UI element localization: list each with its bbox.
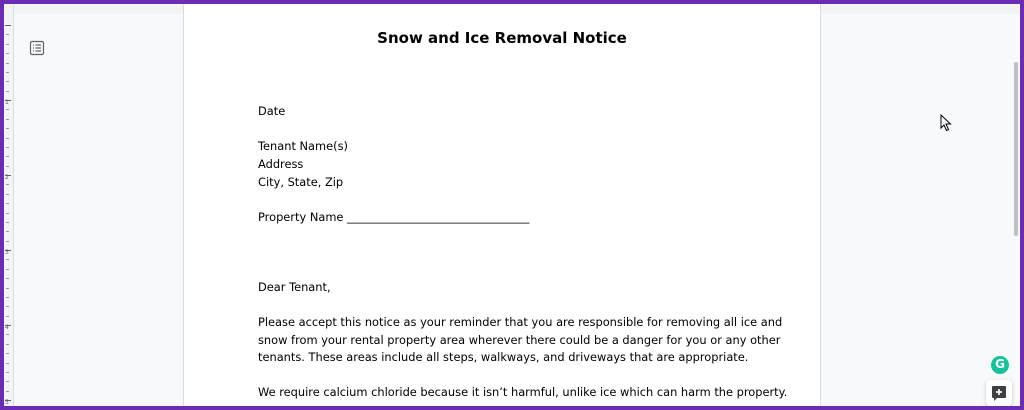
ruler-number: 4 — [5, 324, 9, 331]
scrollbar-thumb[interactable] — [1014, 62, 1018, 236]
vertical-ruler[interactable]: 1 2 3 4 5 — [4, 4, 14, 406]
ruler-tick — [6, 268, 9, 270]
ruler-tick — [6, 146, 9, 148]
ruler-tick — [6, 34, 9, 36]
vertical-scrollbar[interactable] — [1012, 4, 1020, 406]
mouse-pointer-icon — [940, 113, 952, 132]
ruler-tick — [6, 156, 9, 158]
ruler-number: 5 — [5, 399, 9, 406]
body-paragraph-line-1: Please accept this notice as your remind… — [258, 315, 783, 329]
body-paragraph-line-2: snow from your rental property area wher… — [258, 333, 781, 347]
ruler-tick — [6, 53, 9, 55]
ruler-tick — [6, 231, 9, 233]
ruler-tick — [6, 334, 9, 336]
ruler-tick — [6, 381, 9, 383]
ruler-tick — [6, 184, 9, 186]
ruler-tick — [6, 128, 9, 130]
app-frame: 1234567 12345 Snow and Ice Removal Notic… — [0, 0, 1024, 410]
ruler-number: 3 — [5, 249, 9, 256]
ruler-tick — [6, 287, 9, 289]
ruler-tick — [6, 353, 9, 355]
salutation-line: Dear Tenant, — [258, 280, 331, 294]
ruler-tick — [6, 90, 9, 92]
ruler-tick — [6, 240, 9, 242]
ruler-tick — [6, 362, 9, 364]
ruler-tick — [6, 118, 9, 120]
property-name-line: Property Name __________________________… — [258, 210, 530, 224]
ruler-number: 1 — [5, 99, 9, 106]
ruler-tick — [6, 306, 9, 308]
ruler-tick — [6, 259, 9, 261]
grammarly-icon[interactable]: G — [991, 356, 1009, 374]
ruler-tick — [6, 278, 9, 280]
date-line: Date — [258, 104, 286, 118]
document-outline-icon[interactable] — [29, 40, 45, 56]
ruler-tick — [6, 71, 9, 73]
ruler-tick — [6, 212, 9, 214]
ruler-tick — [6, 193, 9, 195]
ruler-number: 2 — [5, 174, 9, 181]
ruler-tick — [6, 109, 9, 111]
city-state-zip-line: City, State, Zip — [258, 175, 344, 189]
ruler-tick — [6, 203, 9, 205]
ruler-tick — [6, 62, 9, 64]
ruler-tick — [6, 43, 9, 45]
body-paragraph-line-3: tenants. These areas include all steps, … — [258, 350, 749, 364]
address-line: Address — [258, 157, 304, 171]
ruler-tick — [6, 296, 9, 298]
ruler-tick — [6, 343, 9, 345]
add-comment-icon — [992, 386, 1006, 401]
document-page[interactable]: Snow and Ice Removal Notice Date Tenant … — [183, 4, 821, 406]
document-title: Snow and Ice Removal Notice — [377, 29, 627, 47]
ruler-tick — [6, 81, 9, 83]
ruler-tick — [6, 371, 9, 373]
ruler-tick — [6, 137, 9, 139]
ruler-tick — [6, 390, 9, 392]
ruler-tick — [6, 221, 9, 223]
body-paragraph-2-line-1: We require calcium chloride because it i… — [258, 385, 788, 399]
ruler-tick — [6, 165, 9, 167]
ruler-tick — [5, 25, 11, 26]
grammarly-letter: G — [995, 357, 1005, 371]
ruler-tick — [6, 315, 9, 317]
add-comment-button[interactable] — [986, 380, 1012, 406]
tenant-name-line: Tenant Name(s) — [258, 139, 348, 153]
